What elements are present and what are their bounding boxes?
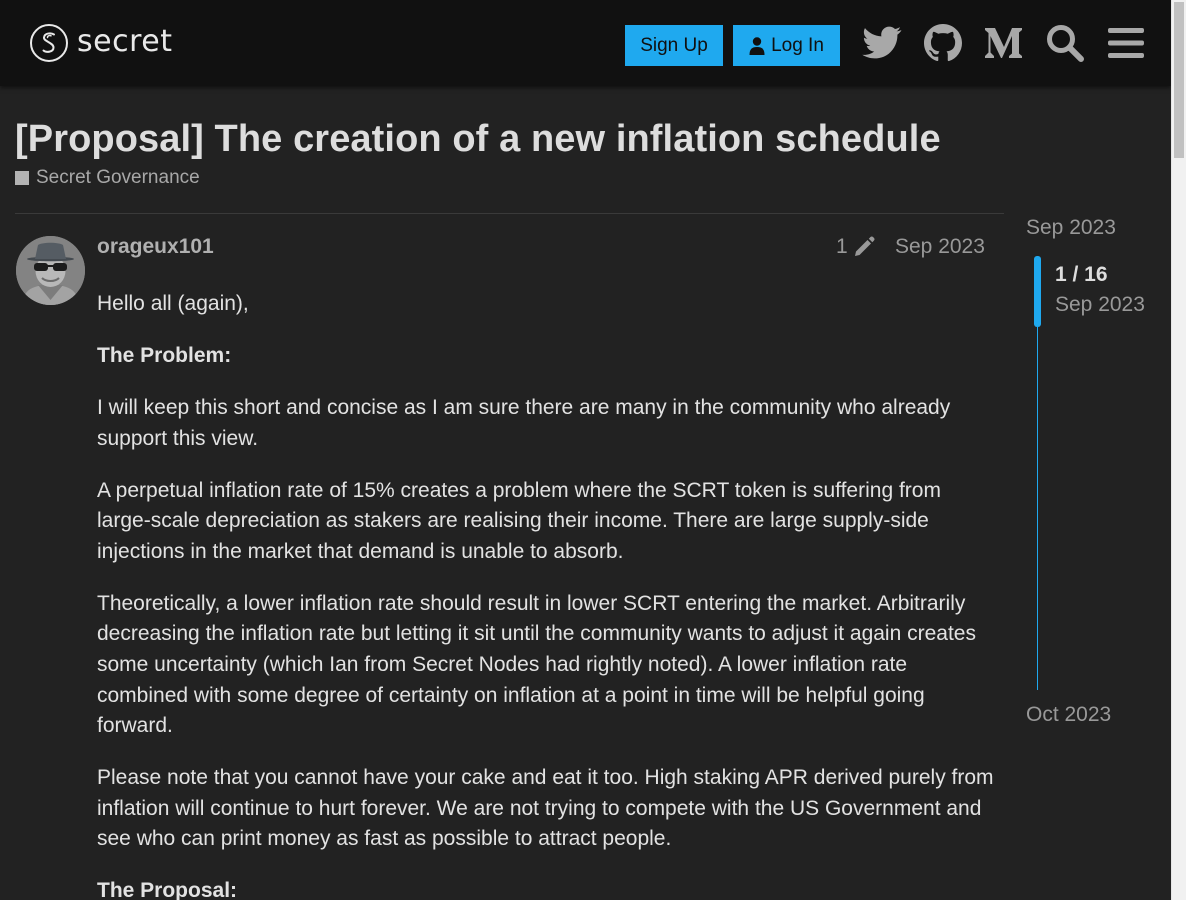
anonymous-spy-avatar-icon (16, 236, 85, 305)
post-body: Hello all (again), The Problem: I will kee… (97, 289, 997, 900)
medium-icon[interactable] (983, 22, 1025, 64)
category-name: Secret Governance (36, 167, 200, 188)
title-divider (15, 213, 1004, 214)
log-in-label: Log In (771, 34, 824, 56)
category-color-square (15, 171, 29, 185)
search-icon[interactable] (1044, 22, 1086, 64)
user-icon (749, 36, 765, 55)
github-icon[interactable] (922, 22, 964, 64)
site-logo[interactable]: secret (29, 23, 172, 63)
page-scrollbar[interactable] (1171, 0, 1186, 900)
timeline-start-date[interactable]: Sep 2023 (1026, 216, 1116, 240)
sign-up-label: Sign Up (640, 34, 708, 56)
site-header: secret Sign Up Log In (0, 0, 1171, 86)
post-author-username[interactable]: orageux101 (97, 235, 214, 259)
post-section-heading: The Problem: (97, 343, 232, 367)
topic-title[interactable]: [Proposal] The creation of a new inflati… (15, 118, 941, 161)
post-paragraph: I will keep this short and concise as I … (97, 395, 951, 450)
log-in-button[interactable]: Log In (733, 25, 840, 66)
timeline-scroller-handle[interactable] (1034, 256, 1041, 327)
edit-count: 1 (836, 235, 848, 258)
sign-up-button[interactable]: Sign Up (625, 25, 723, 66)
category-badge[interactable]: Secret Governance (15, 167, 200, 189)
hamburger-menu-icon[interactable] (1105, 22, 1147, 64)
post-paragraph: Hello all (again), (97, 292, 249, 315)
secret-logo-icon (30, 24, 68, 62)
post-paragraph: A perpetual inflation rate of 15% create… (97, 478, 941, 563)
pencil-icon (854, 236, 875, 256)
post-edit-history[interactable]: 1 (836, 235, 875, 259)
scrollbar-thumb[interactable] (1174, 2, 1184, 158)
avatar[interactable] (16, 236, 85, 305)
twitter-icon[interactable] (861, 22, 903, 64)
timeline-post-position: 1 / 16 (1055, 263, 1108, 286)
timeline-current-date: Sep 2023 (1055, 293, 1145, 316)
post-paragraph: Please note that you cannot have your ca… (97, 766, 994, 851)
post-date[interactable]: Sep 2023 (895, 235, 985, 259)
post-section-heading: The Proposal: (97, 879, 238, 900)
timeline-end-date[interactable]: Oct 2023 (1026, 703, 1111, 727)
logo-text: secret (77, 23, 173, 59)
post-paragraph: Theoretically, a lower inflation rate sh… (97, 591, 976, 738)
